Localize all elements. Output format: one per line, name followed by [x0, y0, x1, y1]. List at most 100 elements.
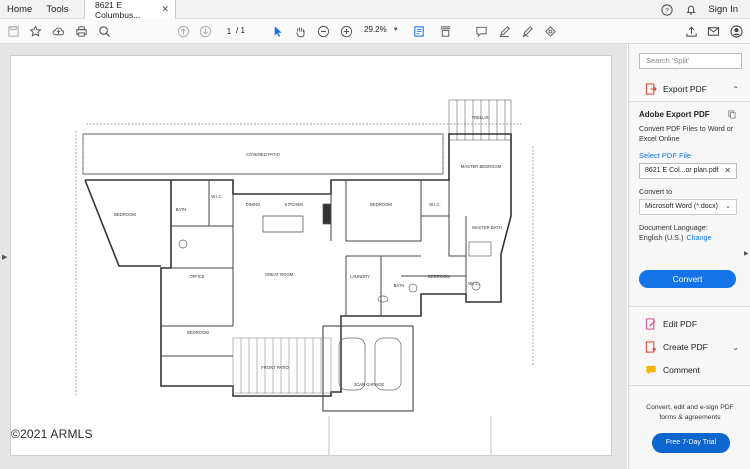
floor-plan-drawing: COVERED PATIO TRELLIS MASTER BEDROOM BED…	[75, 99, 534, 455]
plan-label-master-bath: MASTER BATH	[472, 225, 501, 230]
bell-icon[interactable]	[684, 3, 698, 17]
plan-label-bedroom-right: BEDROOM	[428, 274, 450, 279]
document-tab[interactable]: 8621 E Columbus... ✕	[84, 0, 176, 20]
comment-tool[interactable]: Comment	[629, 361, 750, 379]
adobe-export-title: Adobe Export PDF	[639, 110, 710, 119]
document-language-label: Document Language:	[639, 223, 708, 232]
plan-label-dining: DINING	[246, 202, 261, 207]
chevron-up-icon: ⌃	[732, 84, 739, 94]
comment-icon[interactable]	[474, 24, 489, 39]
mail-icon[interactable]	[706, 24, 721, 39]
zoom-out-icon[interactable]	[316, 24, 331, 39]
divider	[629, 101, 750, 102]
plan-label-bath-left: BATH	[176, 207, 187, 212]
save-icon[interactable]	[6, 24, 21, 39]
change-language-link[interactable]: Change	[686, 233, 711, 242]
create-pdf-icon	[644, 341, 657, 354]
file-name: 8621 E Col...or plan.pdf	[645, 167, 719, 174]
remove-file-icon[interactable]: ✕	[724, 164, 731, 178]
plan-label-wic-mid: W.I.C.	[429, 202, 440, 207]
plan-label-covered-patio: COVERED PATIO	[246, 152, 281, 157]
export-pdf-label: Export PDF	[663, 84, 707, 94]
document-language-value: English (U.S.) Change	[639, 233, 712, 242]
plan-label-laundry: LAUNDRY	[350, 274, 370, 279]
export-pdf-header[interactable]: Export PDF ⌃	[629, 80, 750, 98]
chevron-down-icon: ⌄	[725, 203, 731, 210]
total-pages: / 1	[236, 26, 245, 35]
selected-file-field[interactable]: 8621 E Col...or plan.pdf ✕	[639, 163, 737, 179]
plan-label-bedroom-left: BEDROOM	[114, 212, 136, 217]
upload-icon[interactable]	[684, 24, 699, 39]
convert-button[interactable]: Convert	[639, 270, 736, 288]
right-scroll-strip	[612, 44, 627, 469]
zoom-in-icon[interactable]	[339, 24, 354, 39]
plan-label-wic-left: W.I.C.	[211, 194, 222, 199]
svg-text:?: ?	[666, 7, 670, 14]
convert-to-value: Microsoft Word (*.docx)	[645, 203, 718, 210]
promo-text: Convert, edit and e-sign PDF forms & agr…	[646, 404, 734, 421]
left-panel-toggle[interactable]: ▶	[0, 44, 10, 469]
edit-pdf-label: Edit PDF	[663, 319, 698, 329]
plan-label-bath-mid: BATH	[394, 283, 405, 288]
divider	[629, 385, 750, 386]
star-icon[interactable]	[28, 24, 43, 39]
cloud-upload-icon[interactable]	[51, 24, 66, 39]
free-trial-button[interactable]: Free 7-Day Trial	[652, 433, 730, 453]
plan-label-wic-right: W.I.C.	[468, 281, 479, 286]
divider	[629, 306, 750, 307]
pin-icon[interactable]	[727, 110, 736, 121]
page-up-icon[interactable]	[176, 24, 191, 39]
menu-bar: Home Tools 8621 E Columbus... ✕ ? Sign I…	[0, 0, 750, 20]
convert-to-select[interactable]: Microsoft Word (*.docx) ⌄	[639, 199, 737, 215]
plan-label-master-bedroom: MASTER BEDROOM	[461, 164, 502, 169]
tools-menu[interactable]: Tools	[39, 4, 75, 15]
plan-label-bedroom-bottom: BEDROOM	[187, 330, 209, 335]
sign-in-link[interactable]: Sign In	[708, 4, 738, 15]
help-icon[interactable]: ?	[660, 3, 674, 17]
toolbar: 1 / 1 29.2% ▼	[0, 19, 750, 44]
draw-icon[interactable]	[520, 24, 535, 39]
print-icon[interactable]	[74, 24, 89, 39]
page-down-icon[interactable]	[198, 24, 213, 39]
search-input[interactable]: Search 'Split'	[639, 53, 742, 69]
page-navigator: 1 / 1	[222, 24, 245, 37]
edit-pdf-tool[interactable]: Edit PDF	[629, 315, 750, 333]
zoom-value: 29.2%	[364, 25, 387, 34]
plan-label-office: OFFICE	[189, 274, 205, 279]
stamp-icon[interactable]	[543, 24, 558, 39]
create-pdf-label: Create PDF	[663, 342, 708, 352]
plan-label-kitchen: KITCHEN	[285, 202, 303, 207]
export-pdf-icon	[644, 83, 657, 96]
highlight-pen-icon[interactable]	[497, 24, 512, 39]
current-page-input[interactable]: 1	[222, 24, 236, 37]
comment-label: Comment	[663, 365, 700, 375]
comment-tool-icon	[644, 364, 657, 377]
home-menu[interactable]: Home	[0, 4, 39, 15]
edit-pdf-icon	[644, 318, 657, 331]
language-value: English (U.S.)	[639, 233, 684, 242]
chevron-down-icon: ▼	[392, 26, 399, 33]
select-cursor-icon[interactable]	[270, 24, 285, 39]
plan-label-bedroom-mid: BEDROOM	[370, 202, 392, 207]
expand-left-icon: ▶	[2, 254, 8, 261]
watermark-text: ©2021 ARMLS	[11, 427, 93, 441]
fit-page-icon[interactable]	[412, 24, 427, 39]
chevron-down-icon[interactable]: ⌄	[732, 343, 739, 352]
zoom-search-icon[interactable]	[97, 24, 112, 39]
convert-to-label: Convert to	[639, 187, 673, 196]
document-tab-label: 8621 E Columbus...	[95, 0, 141, 20]
zoom-dropdown[interactable]: 29.2% ▼	[364, 25, 399, 34]
hand-tool-icon[interactable]	[293, 24, 308, 39]
plan-label-garage: 2CAR GARAGE	[354, 382, 384, 387]
pdf-page: COVERED PATIO TRELLIS MASTER BEDROOM BED…	[10, 55, 612, 456]
close-icon[interactable]: ✕	[161, 4, 169, 15]
select-pdf-link[interactable]: Select PDF File	[639, 151, 691, 160]
create-pdf-tool[interactable]: Create PDF ⌄	[629, 338, 750, 356]
plan-label-great-room: GREAT ROOM	[265, 272, 294, 277]
plan-label-trellis: TRELLIS	[472, 115, 489, 120]
plan-label-front-patio: FRONT PATIO	[261, 365, 289, 370]
collapse-panel-icon[interactable]: ▶	[744, 250, 749, 257]
account-icon[interactable]	[729, 24, 744, 39]
scroll-mode-icon[interactable]	[438, 24, 453, 39]
export-description: Convert PDF Files to Word or Excel Onlin…	[639, 124, 734, 143]
